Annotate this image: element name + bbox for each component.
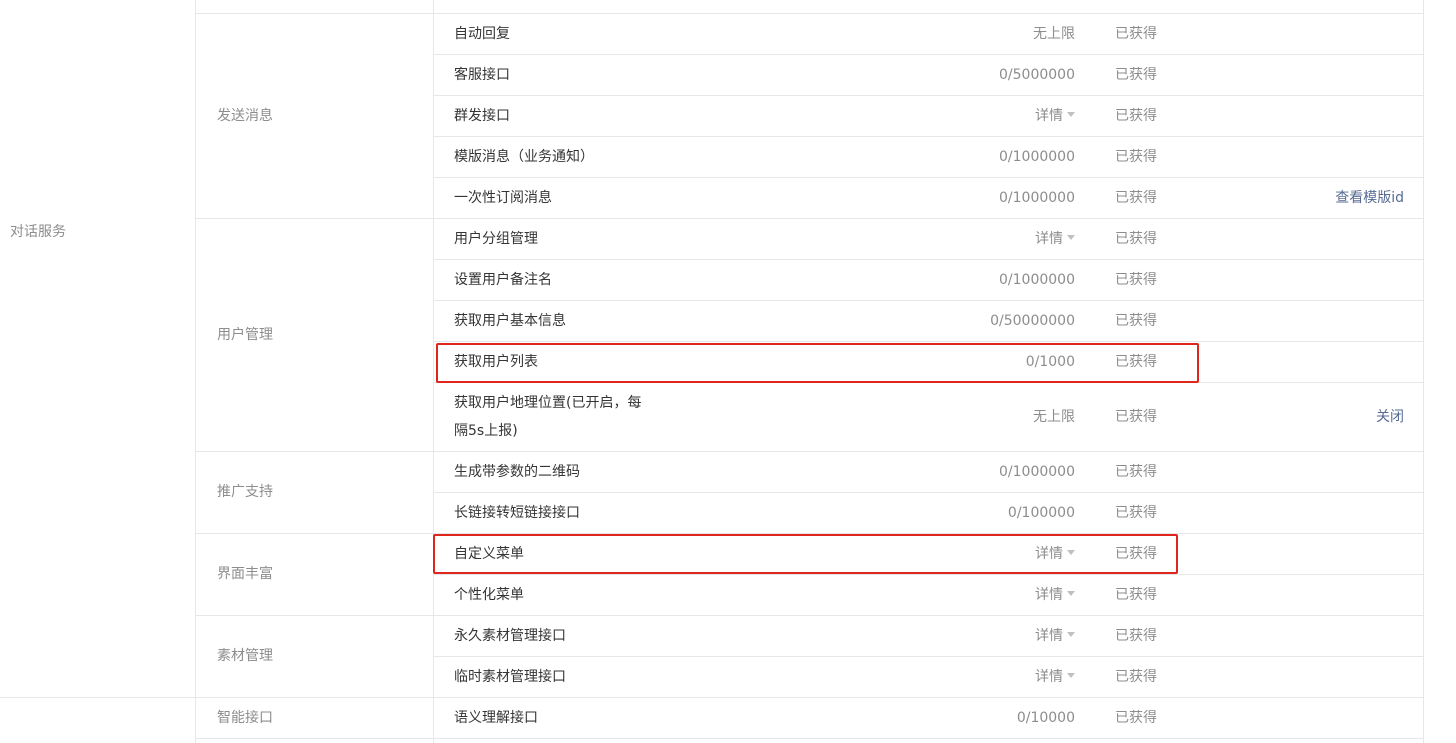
row-quota: 0/10000 [1016, 710, 1075, 726]
row-name: 一次性订阅消息 [454, 190, 552, 206]
detail-dropdown[interactable]: 详情 [1035, 667, 1075, 687]
group-divider [196, 533, 434, 534]
row-status: 已获得 [1115, 313, 1157, 329]
row-name: 语义理解接口 [454, 710, 538, 726]
detail-dropdown[interactable]: 详情 [1035, 626, 1075, 646]
group-label-material-management: 素材管理 [217, 648, 273, 664]
group-label-promotion: 推广支持 [217, 484, 273, 500]
row-quota: 无上限 [1033, 409, 1075, 425]
group-divider [196, 615, 434, 616]
row-status: 已获得 [1115, 190, 1157, 206]
row-name: 生成带参数的二维码 [454, 464, 580, 480]
row-name-line1: 获取用户地理位置(已开启，每 [454, 395, 642, 411]
close-location-link[interactable]: 关闭 [1376, 407, 1404, 427]
row-quota: 0/100000 [1007, 505, 1075, 521]
highlight-box [436, 343, 1199, 383]
table-row: 一次性订阅消息 0/1000000 已获得 查看模版id [434, 178, 1423, 218]
row-status: 已获得 [1115, 587, 1157, 603]
row-quota: 0/1000000 [999, 190, 1075, 206]
row-status: 已获得 [1115, 628, 1157, 644]
caret-down-icon [1067, 112, 1075, 117]
table-row: 获取用户地理位置(已开启，每 隔5s上报) 无上限 已获得 关闭 [434, 383, 1423, 451]
row-status: 已获得 [1115, 26, 1157, 42]
row-name: 永久素材管理接口 [454, 628, 566, 644]
caret-down-icon [1067, 235, 1075, 240]
group-divider [196, 451, 434, 452]
group-divider [196, 738, 434, 739]
detail-dropdown[interactable]: 详情 [1035, 585, 1075, 605]
detail-label: 详情 [1035, 669, 1063, 685]
caret-down-icon [1067, 673, 1075, 678]
table-row: 个性化菜单 详情 已获得 [434, 575, 1423, 615]
table-right-border [1423, 0, 1424, 743]
table-row: 用户分组管理 详情 已获得 [434, 219, 1423, 259]
row-status: 已获得 [1115, 108, 1157, 124]
row-name: 群发接口 [454, 108, 510, 124]
row-status: 已获得 [1115, 272, 1157, 288]
row-divider [434, 738, 1423, 739]
row-name: 客服接口 [454, 67, 510, 83]
caret-down-icon [1067, 591, 1075, 596]
highlight-box [433, 534, 1178, 574]
group-divider [196, 13, 434, 14]
table-row: 设置用户备注名 0/1000000 已获得 [434, 260, 1423, 300]
group-label-send-message: 发送消息 [217, 108, 273, 124]
row-name: 获取用户基本信息 [454, 313, 566, 329]
table-row: 长链接转短链接接口 0/100000 已获得 [434, 493, 1423, 533]
row-quota: 0/50000000 [990, 313, 1075, 329]
row-name: 设置用户备注名 [454, 272, 552, 288]
row-quota: 无上限 [1033, 26, 1075, 42]
table-row: 生成带参数的二维码 0/1000000 已获得 [434, 452, 1423, 492]
row-name: 长链接转短链接接口 [454, 505, 580, 521]
row-status: 已获得 [1115, 669, 1157, 685]
row-quota: 0/1000000 [999, 464, 1075, 480]
row-status: 已获得 [1115, 67, 1157, 83]
row-name: 临时素材管理接口 [454, 669, 566, 685]
row-status: 已获得 [1115, 149, 1157, 165]
detail-label: 详情 [1035, 108, 1063, 124]
table-row: 客服接口 0/5000000 已获得 [434, 55, 1423, 95]
row-quota: 0/1000000 [999, 149, 1075, 165]
group-label-user-management: 用户管理 [217, 327, 273, 343]
table-row: 群发接口 详情 已获得 [434, 96, 1423, 136]
table-row: 永久素材管理接口 详情 已获得 [434, 616, 1423, 656]
caret-down-icon [1067, 632, 1075, 637]
row-quota: 0/5000000 [999, 67, 1075, 83]
row-status: 已获得 [1115, 464, 1157, 480]
category-divider [0, 697, 196, 698]
detail-dropdown[interactable]: 详情 [1035, 106, 1075, 126]
row-quota: 0/1000000 [999, 272, 1075, 288]
table-row: 临时素材管理接口 详情 已获得 [434, 657, 1423, 697]
table-row: 语义理解接口 0/10000 已获得 [434, 698, 1423, 738]
row-name: 用户分组管理 [454, 231, 538, 247]
row-status: 已获得 [1115, 231, 1157, 247]
view-template-id-link[interactable]: 查看模版id [1335, 188, 1404, 208]
group-divider [196, 697, 434, 698]
row-name: 个性化菜单 [454, 587, 524, 603]
table-row: 自动回复 无上限 已获得 [434, 14, 1423, 54]
row-status: 已获得 [1115, 505, 1157, 521]
detail-label: 详情 [1035, 628, 1063, 644]
group-label-ui-enrichment: 界面丰富 [217, 566, 273, 582]
col-divider-category [195, 0, 196, 743]
category-label: 对话服务 [10, 224, 66, 240]
row-status: 已获得 [1115, 710, 1157, 726]
table-row: 模版消息（业务通知） 0/1000000 已获得 [434, 137, 1423, 177]
row-name: 自动回复 [454, 26, 510, 42]
detail-label: 详情 [1035, 231, 1063, 247]
row-status: 已获得 [1115, 409, 1157, 425]
detail-label: 详情 [1035, 587, 1063, 603]
group-divider [196, 218, 434, 219]
row-name-line2: 隔5s上报) [454, 423, 518, 439]
group-label-smart-interface: 智能接口 [217, 710, 273, 726]
table-row: 获取用户基本信息 0/50000000 已获得 [434, 301, 1423, 341]
detail-dropdown[interactable]: 详情 [1035, 229, 1075, 249]
row-name: 模版消息（业务通知） [454, 149, 594, 165]
